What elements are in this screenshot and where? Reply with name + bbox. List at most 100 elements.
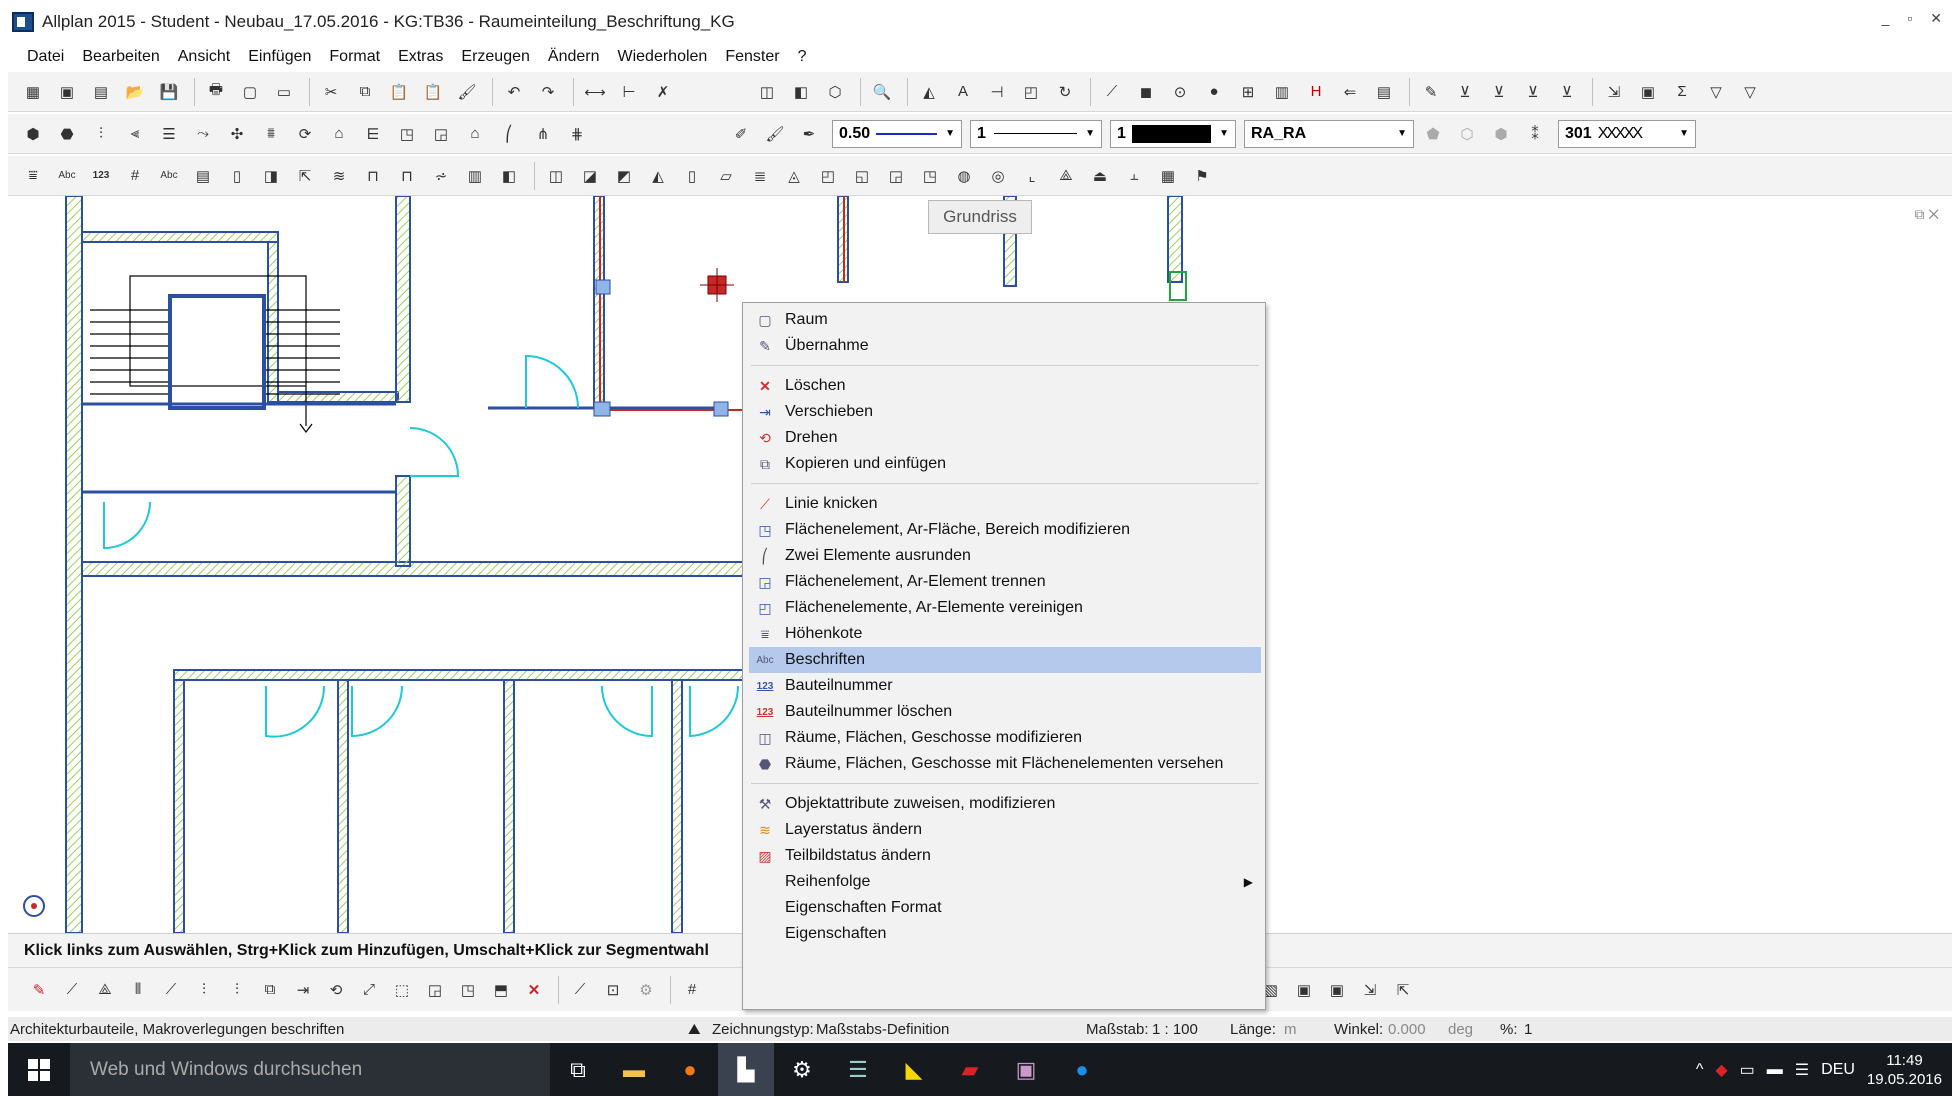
- arch-tool-6-icon[interactable]: ⤳: [192, 123, 214, 145]
- import-doc-tool-icon[interactable]: ⇱: [1392, 979, 1414, 1001]
- component-5-icon[interactable]: ▯: [681, 165, 703, 187]
- arch-tool-13-icon[interactable]: ◲: [430, 123, 452, 145]
- arrow-icon[interactable]: ⇐: [1339, 81, 1361, 103]
- task-view-icon[interactable]: ⧉: [550, 1043, 606, 1096]
- component-18-icon[interactable]: ⫠: [1123, 165, 1145, 187]
- ctx-item-kopieren[interactable]: ⧉ Kopieren und einfügen: [749, 451, 1261, 477]
- grid-tool-icon[interactable]: #: [124, 165, 146, 187]
- filter-c-icon[interactable]: ⊻: [1556, 81, 1578, 103]
- filter-a-icon[interactable]: ⊻: [1488, 81, 1510, 103]
- menu-fenster[interactable]: Fenster: [716, 48, 788, 66]
- text-tool-icon[interactable]: ◭: [918, 81, 940, 103]
- component-15-icon[interactable]: ⌞: [1021, 165, 1043, 187]
- format-painter-icon[interactable]: 🖌: [456, 81, 478, 103]
- delete-x-icon[interactable]: ✗: [652, 81, 674, 103]
- frame-tool-icon[interactable]: ▣: [1293, 979, 1315, 1001]
- menu-einfuegen[interactable]: Einfügen: [239, 48, 320, 66]
- line-bend-tool-icon[interactable]: ⟋: [61, 979, 83, 1001]
- arch-tool-3-icon[interactable]: ⫶: [90, 123, 112, 145]
- ctx-item-ausrunden[interactable]: ⎛ Zwei Elemente ausrunden: [749, 543, 1261, 569]
- component-7-icon[interactable]: ≣: [749, 165, 771, 187]
- format-brush-icon[interactable]: 🖌: [764, 123, 786, 145]
- paste-special-icon[interactable]: 📋: [422, 81, 444, 103]
- layer-tool-1-icon[interactable]: ⬟: [1422, 123, 1444, 145]
- label-abc-tool-icon[interactable]: Abc: [56, 165, 78, 187]
- network-icon[interactable]: ▭: [1740, 1060, 1755, 1080]
- wall-tool-1-icon[interactable]: ⊓: [362, 165, 384, 187]
- arch-tool-2-icon[interactable]: ⬣: [56, 123, 78, 145]
- line-icon[interactable]: ⟋: [1101, 81, 1123, 103]
- filter-b-icon[interactable]: ⊻: [1522, 81, 1544, 103]
- component-8-icon[interactable]: ◬: [783, 165, 805, 187]
- zoom-icon[interactable]: 🔍: [871, 81, 893, 103]
- component-19-icon[interactable]: ▦: [1157, 165, 1179, 187]
- ctx-item-vereinigen[interactable]: ◰ Flächenelemente, Ar-Elemente vereinigen: [749, 595, 1261, 621]
- ctx-item-teilbildstatus[interactable]: ▨ Teilbildstatus ändern: [749, 843, 1261, 869]
- settings-app-icon[interactable]: ⚙: [774, 1043, 830, 1096]
- allplan-taskbar-icon[interactable]: ▙: [718, 1043, 774, 1096]
- menu-erzeugen[interactable]: Erzeugen: [452, 48, 539, 66]
- component-4-icon[interactable]: ◭: [647, 165, 669, 187]
- arch-tool-16-icon[interactable]: ⋔: [532, 123, 554, 145]
- ctx-item-eigenschaften[interactable]: Eigenschaften: [749, 921, 1261, 947]
- arch-tool-15-icon[interactable]: ⎛: [498, 123, 520, 145]
- taskbar-clock[interactable]: 11:49 19.05.2016: [1867, 1051, 1942, 1089]
- ctx-item-eigenschaften-format[interactable]: Eigenschaften Format: [749, 895, 1261, 921]
- menu-bearbeiten[interactable]: Bearbeiten: [73, 48, 168, 66]
- layer-tool-2-icon[interactable]: ⬡: [1456, 123, 1478, 145]
- layer-tool-3-icon[interactable]: ⬢: [1490, 123, 1512, 145]
- taskbar-search[interactable]: Web und Windows durchsuchen: [70, 1043, 550, 1096]
- mirror-axis-icon[interactable]: ⫶: [226, 979, 248, 1001]
- wall-tool-5-icon[interactable]: ◧: [498, 165, 520, 187]
- menu-extras[interactable]: Extras: [389, 48, 452, 66]
- abc-tool-icon[interactable]: Abc: [158, 165, 180, 187]
- firefox-icon[interactable]: ●: [662, 1043, 718, 1096]
- mirror-copy-icon[interactable]: ⫶: [193, 979, 215, 1001]
- filter-select-icon[interactable]: ⊻: [1454, 81, 1476, 103]
- component-10-icon[interactable]: ◱: [851, 165, 873, 187]
- layer-select[interactable]: RA_RA ▼: [1244, 119, 1414, 148]
- measure-icon[interactable]: ⟷: [584, 81, 606, 103]
- area-icon[interactable]: ◰: [1020, 81, 1042, 103]
- pdf-app-icon[interactable]: ▰: [942, 1043, 998, 1096]
- file-explorer-icon[interactable]: ▬: [606, 1043, 662, 1096]
- dimension-icon[interactable]: ⊢: [618, 81, 640, 103]
- sum-icon[interactable]: Σ: [1671, 81, 1693, 103]
- view-icon[interactable]: ◫: [756, 81, 778, 103]
- ctx-item-flaeche-modifizieren[interactable]: ◳ Flächenelement, Ar-Fläche, Bereich modi…: [749, 517, 1261, 543]
- pipette-icon[interactable]: ✎: [1420, 81, 1442, 103]
- battery-icon[interactable]: ▬: [1767, 1061, 1783, 1079]
- redo-icon[interactable]: ↷: [537, 81, 559, 103]
- 3d-view-icon[interactable]: ⬡: [824, 81, 846, 103]
- calculator-icon[interactable]: ▤: [90, 81, 112, 103]
- pen-icon[interactable]: ✒: [798, 123, 820, 145]
- fillet-tool-icon[interactable]: ⊡: [602, 979, 624, 1001]
- component-1-icon[interactable]: ◫: [545, 165, 567, 187]
- hatch-select[interactable]: 301 XXXXX ▼: [1558, 119, 1696, 148]
- stretch-icon[interactable]: ⟁: [94, 979, 116, 1001]
- ctx-item-beschriften[interactable]: Abc Beschriften: [749, 647, 1261, 673]
- component-3-icon[interactable]: ◩: [613, 165, 635, 187]
- pin-app-icon[interactable]: ◣: [886, 1043, 942, 1096]
- cube-icon[interactable]: ◼: [1135, 81, 1157, 103]
- number-123-tool-icon[interactable]: 123: [90, 165, 112, 187]
- elevation-tool-icon[interactable]: ⩸: [22, 165, 44, 187]
- open-icon[interactable]: 📂: [124, 81, 146, 103]
- export-tool-icon[interactable]: ⇱: [294, 165, 316, 187]
- sphere-icon[interactable]: ●: [1203, 81, 1225, 103]
- select-filter-icon[interactable]: ⇲: [1603, 81, 1625, 103]
- cut-icon[interactable]: ✂: [320, 81, 342, 103]
- menu-datei[interactable]: Datei: [18, 48, 73, 66]
- arch-tool-8-icon[interactable]: ⩩: [260, 123, 282, 145]
- notification-icon[interactable]: ☰: [1795, 1060, 1809, 1080]
- plan-view-icon[interactable]: ◧: [790, 81, 812, 103]
- ctx-item-reihenfolge[interactable]: Reihenfolge ▶: [749, 869, 1261, 895]
- arch-tool-4-icon[interactable]: ⫷: [124, 123, 146, 145]
- menu-wiederholen[interactable]: Wiederholen: [609, 48, 717, 66]
- component-11-icon[interactable]: ◲: [885, 165, 907, 187]
- select-window-icon[interactable]: ▣: [1637, 81, 1659, 103]
- paste-icon[interactable]: 📋: [388, 81, 410, 103]
- drawing-type-value[interactable]: Maßstabs-Definition: [816, 1021, 949, 1038]
- dimension-line-icon[interactable]: ⊣: [986, 81, 1008, 103]
- hatch-icon[interactable]: ⁑: [1524, 123, 1546, 145]
